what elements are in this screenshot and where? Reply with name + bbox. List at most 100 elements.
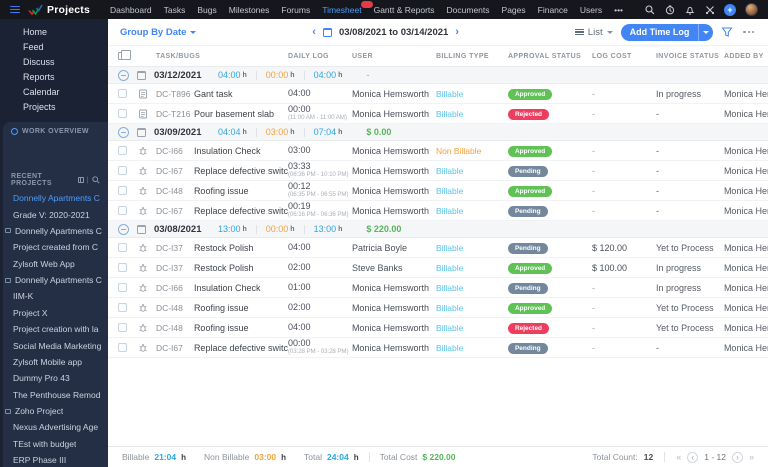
prev-week-button[interactable]: ‹ bbox=[312, 26, 316, 38]
table-row[interactable]: DC-I37 Restock Polish 02:00 Steve Banks … bbox=[107, 258, 768, 278]
item-id[interactable]: DC-I48 bbox=[156, 303, 194, 313]
more-options-icon[interactable] bbox=[741, 29, 756, 35]
recent-project-item[interactable]: Donnelly Apartments C bbox=[3, 190, 108, 206]
recent-project-item[interactable]: Grade V: 2020-2021 bbox=[3, 206, 108, 222]
item-id[interactable]: DC-I67 bbox=[156, 206, 194, 216]
recent-project-item[interactable]: Dummy Pro 43 bbox=[3, 370, 108, 386]
col-invoice-status[interactable]: INVOICE STATUS bbox=[656, 53, 724, 60]
item-name[interactable]: Restock Polish bbox=[194, 243, 288, 253]
recent-project-item[interactable]: ERP Phase III bbox=[3, 452, 108, 467]
item-id[interactable]: DC-T896 bbox=[156, 89, 194, 99]
top-nav-item[interactable]: Finance bbox=[538, 5, 568, 15]
app-logo[interactable]: Projects bbox=[28, 4, 90, 16]
recent-project-item[interactable]: Donnelly Apartments C bbox=[3, 223, 108, 239]
work-overview-item[interactable] bbox=[3, 158, 108, 163]
recent-project-item[interactable]: Project X bbox=[3, 305, 108, 321]
row-checkbox[interactable] bbox=[117, 323, 127, 332]
col-added-by[interactable]: ADDED BY bbox=[724, 53, 768, 60]
table-row[interactable]: DC-I67 Replace defective switches 00:19(… bbox=[107, 201, 768, 221]
last-page-button[interactable]: » bbox=[749, 452, 754, 462]
row-checkbox[interactable] bbox=[117, 186, 127, 195]
group-header-row[interactable]: 03/12/2021 04:00 h 00:00 h 04:00 h - bbox=[107, 67, 768, 84]
first-page-button[interactable]: « bbox=[676, 452, 681, 462]
table-row[interactable]: DC-I67 Replace defective switches 00:00(… bbox=[107, 338, 768, 358]
item-id[interactable]: DC-I67 bbox=[156, 166, 194, 176]
row-checkbox[interactable] bbox=[117, 243, 127, 252]
next-week-button[interactable]: › bbox=[455, 26, 459, 38]
item-name[interactable]: Restock Polish bbox=[194, 263, 288, 273]
sidebar-item[interactable]: Feed bbox=[0, 39, 108, 54]
recent-project-item[interactable]: Zylsoft Mobile app bbox=[3, 354, 108, 370]
recent-project-item[interactable]: Zylsoft Web App bbox=[3, 256, 108, 272]
sidebar-item[interactable]: Calendar bbox=[0, 84, 108, 99]
top-nav-item[interactable]: ••• bbox=[614, 5, 623, 15]
recent-project-item[interactable]: TEst with budget bbox=[3, 436, 108, 452]
item-name[interactable]: Insulation Check bbox=[194, 283, 288, 293]
row-checkbox[interactable] bbox=[117, 263, 127, 272]
recent-project-item[interactable]: The Penthouse Remod bbox=[3, 387, 108, 403]
col-user[interactable]: USER bbox=[352, 53, 436, 60]
item-name[interactable]: Roofing issue bbox=[194, 186, 288, 196]
next-page-button[interactable]: › bbox=[731, 451, 743, 463]
top-nav-item[interactable]: Timesheet bbox=[322, 0, 373, 15]
recent-project-item[interactable]: Donnelly Apartments C bbox=[3, 272, 108, 288]
collapse-group-icon[interactable] bbox=[117, 126, 129, 138]
item-id[interactable]: DC-I66 bbox=[156, 283, 194, 293]
table-row[interactable]: DC-T216 Pour basement slab 00:00 (11:00 A… bbox=[107, 104, 768, 124]
item-name[interactable]: Replace defective switches bbox=[194, 206, 288, 216]
group-header-row[interactable]: 03/09/2021 04:04 h 03:00 h 07:04 h $ 0.00 bbox=[107, 124, 768, 141]
item-id[interactable]: DC-I67 bbox=[156, 343, 194, 353]
top-nav-item[interactable]: Gantt & Reports bbox=[374, 5, 435, 15]
row-checkbox[interactable] bbox=[117, 146, 127, 155]
top-nav-item[interactable]: Users bbox=[580, 5, 602, 15]
item-name[interactable]: Pour basement slab bbox=[194, 109, 288, 119]
top-nav-item[interactable]: Pages bbox=[502, 5, 526, 15]
group-by-dropdown[interactable]: Group By Date bbox=[120, 27, 197, 38]
timer-icon[interactable] bbox=[664, 4, 675, 15]
col-task-bugs[interactable]: TASK/BUGS bbox=[156, 53, 288, 60]
item-name[interactable]: Replace defective switches bbox=[194, 166, 288, 176]
calendar-picker-icon[interactable] bbox=[322, 27, 332, 37]
item-id[interactable]: DC-I66 bbox=[156, 146, 194, 156]
table-row[interactable]: DC-I48 Roofing issue 00:12 (06:35 PM - 06… bbox=[107, 181, 768, 201]
tools-icon[interactable] bbox=[704, 4, 715, 15]
item-name[interactable]: Gant task bbox=[194, 89, 288, 99]
recent-project-item[interactable]: Zoho Project bbox=[3, 403, 108, 419]
item-id[interactable]: DC-T216 bbox=[156, 109, 194, 119]
project-list-icon[interactable] bbox=[77, 177, 84, 183]
row-checkbox[interactable] bbox=[117, 206, 127, 215]
item-id[interactable]: DC-I48 bbox=[156, 323, 194, 333]
table-row[interactable]: DC-I66 Insulation Check 01:00 Monica Hem… bbox=[107, 278, 768, 298]
top-nav-item[interactable]: Dashboard bbox=[110, 5, 152, 15]
user-avatar[interactable] bbox=[745, 3, 758, 16]
item-name[interactable]: Roofing issue bbox=[194, 303, 288, 313]
table-row[interactable]: DC-I48 Roofing issue 04:00 Monica Hemswo… bbox=[107, 318, 768, 338]
item-name[interactable]: Roofing issue bbox=[194, 323, 288, 333]
filter-icon[interactable] bbox=[721, 26, 733, 38]
top-nav-item[interactable]: Milestones bbox=[229, 5, 270, 15]
table-row[interactable]: DC-I48 Roofing issue 02:00 Monica Hemswo… bbox=[107, 298, 768, 318]
row-checkbox[interactable] bbox=[117, 166, 127, 175]
recent-project-item[interactable]: Nexus Advertising Age bbox=[3, 419, 108, 435]
add-time-log-button[interactable]: Add Time Log bbox=[620, 23, 714, 41]
top-nav-item[interactable]: Tasks bbox=[164, 5, 186, 15]
table-row[interactable]: DC-I66 Insulation Check 03:00 Monica Hem… bbox=[107, 141, 768, 161]
item-id[interactable]: DC-I48 bbox=[156, 186, 194, 196]
hamburger-menu-icon[interactable] bbox=[10, 5, 20, 14]
table-row[interactable]: DC-I67 Replace defective switches 03:33(… bbox=[107, 161, 768, 181]
add-time-log-dropdown[interactable] bbox=[698, 23, 713, 41]
row-checkbox[interactable] bbox=[117, 283, 127, 292]
col-approval-status[interactable]: APPROVAL STATUS bbox=[508, 53, 592, 60]
collapse-group-icon[interactable] bbox=[117, 223, 129, 235]
col-daily-log[interactable]: DAILY LOG bbox=[288, 53, 352, 60]
recent-project-item[interactable]: Project created from C bbox=[3, 239, 108, 255]
item-id[interactable]: DC-I37 bbox=[156, 263, 194, 273]
sidebar-item[interactable]: Reports bbox=[0, 69, 108, 84]
view-selector[interactable]: List bbox=[574, 27, 613, 38]
item-name[interactable]: Insulation Check bbox=[194, 146, 288, 156]
item-name[interactable]: Replace defective switches bbox=[194, 343, 288, 353]
quick-add-icon[interactable]: + bbox=[724, 3, 736, 16]
project-search-icon[interactable] bbox=[92, 176, 100, 184]
item-id[interactable]: DC-I37 bbox=[156, 243, 194, 253]
top-nav-item[interactable]: Forums bbox=[281, 5, 310, 15]
